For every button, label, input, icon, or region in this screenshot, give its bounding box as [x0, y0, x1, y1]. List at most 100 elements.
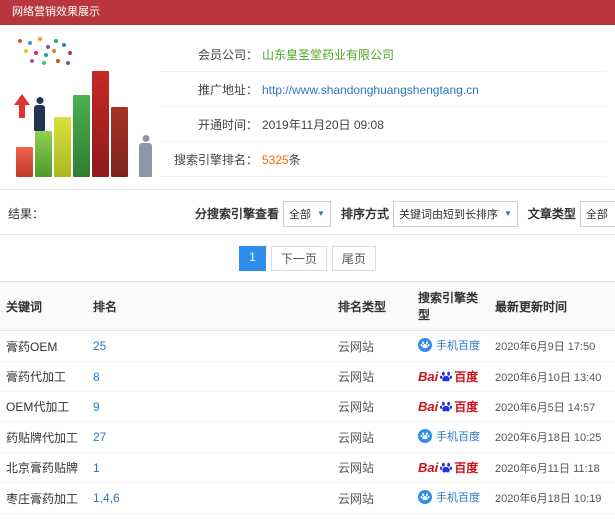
- chart-bar: [35, 131, 52, 177]
- engine-cell: 手机百度: [412, 421, 489, 453]
- column-header-keyword: 关键词: [0, 281, 87, 331]
- baidu-logo: Bai 百度: [418, 399, 479, 414]
- column-header-rank: 排名: [87, 281, 332, 331]
- updated-cell: 2020年6月18日 10:25: [489, 421, 615, 453]
- engine-label: 手机百度: [436, 431, 480, 443]
- rank-cell[interactable]: 27: [87, 421, 332, 453]
- titlebar: 网络营销效果展示: [0, 0, 615, 25]
- keyword-cell: 膏药OEM: [0, 330, 87, 362]
- filter-bar: 结果： 分搜索引擎查看 全部 排序方式 关键词由短到长排序 文章类型 全部 提交: [0, 189, 615, 234]
- page-title: 网络营销效果展示: [12, 6, 100, 18]
- chart-bar: [16, 147, 33, 177]
- rank-cell[interactable]: 9: [87, 391, 332, 422]
- engine-cell: Bai 百度: [412, 513, 489, 520]
- chart-bar: [92, 71, 109, 177]
- engine-filter-label: 分搜索引擎查看: [195, 207, 280, 221]
- engine-cell: Bai 百度: [412, 391, 489, 422]
- businessman-figure-right: [139, 143, 152, 177]
- column-header-engine-type: 搜索引擎类型: [412, 281, 489, 331]
- member-company-row: 会员公司： 山东皇圣堂药业有限公司: [160, 37, 607, 72]
- table-row: 膏药OEM 25 云网站 手机百度 2020年6月9日 17:50: [0, 330, 615, 362]
- growth-arrow-icon: [14, 94, 30, 118]
- marketing-illustration: [8, 33, 158, 185]
- keyword-ranking-table: 关键词 排名 排名类型 搜索引擎类型 最新更新时间 膏药OEM 25 云网站 手…: [0, 281, 615, 520]
- mobile-baidu-badge: 手机百度: [418, 489, 480, 505]
- keyword-cell: 药贴牌代加工: [0, 421, 87, 453]
- engine-rank-count: 5325: [262, 153, 289, 167]
- member-info-panel: 会员公司： 山东皇圣堂药业有限公司 推广地址： http://www.shand…: [160, 33, 607, 189]
- table-header-row: 关键词 排名 排名类型 搜索引擎类型 最新更新时间: [0, 281, 615, 331]
- rank-cell[interactable]: 8: [87, 361, 332, 392]
- keyword-cell: OEM代加工: [0, 391, 87, 422]
- rank-cell[interactable]: 1,4,6: [87, 482, 332, 514]
- engine-cell: 手机百度: [412, 330, 489, 362]
- mobile-baidu-icon: [418, 338, 432, 352]
- table-row: 膏药代加工 8 云网站 Bai 百度 2020年6月10日 13:40: [0, 361, 615, 392]
- baidu-logo: Bai 百度: [418, 369, 479, 384]
- rank-cell[interactable]: 25: [87, 330, 332, 362]
- rank-type-cell: 云网站: [332, 330, 412, 362]
- column-header-updated: 最新更新时间: [489, 281, 615, 331]
- result-label: 结果：: [8, 207, 45, 221]
- chart-bar: [73, 95, 90, 177]
- table-row: 医疗器械厂家 4 云网站 Bai 百度 2020年5月29日 10:32: [0, 513, 615, 520]
- engine-label: 手机百度: [436, 340, 480, 352]
- mobile-baidu-badge: 手机百度: [418, 428, 480, 444]
- keyword-cell: 医疗器械厂家: [0, 513, 87, 520]
- table-row: OEM代加工 9 云网站 Bai 百度 2020年6月5日 14:57: [0, 391, 615, 422]
- rank-type-cell: 云网站: [332, 421, 412, 453]
- promo-url-row: 推广地址： http://www.shandonghuangshengtang.…: [160, 72, 607, 107]
- updated-cell: 2020年6月10日 13:40: [489, 361, 615, 392]
- article-type-filter-value: 全部: [585, 208, 608, 221]
- pagination: 1 下一页 尾页: [0, 234, 615, 281]
- baidu-paw-icon: [439, 400, 453, 414]
- member-company-value: 山东皇圣堂药业有限公司: [262, 48, 395, 62]
- updated-cell: 2020年6月18日 10:19: [489, 482, 615, 514]
- sort-filter-select[interactable]: 关键词由短到长排序: [392, 200, 518, 227]
- businessman-figure-left: [34, 105, 45, 131]
- baidu-paw-icon: [439, 370, 453, 384]
- chevron-down-icon: [317, 209, 325, 218]
- sort-filter-value: 关键词由短到长排序: [398, 208, 498, 221]
- pagination-current-page[interactable]: 1: [239, 246, 266, 271]
- updated-cell: 2020年6月9日 17:50: [489, 330, 615, 362]
- sort-filter-label: 排序方式: [340, 207, 389, 221]
- filter-controls: 分搜索引擎查看 全部 排序方式 关键词由短到长排序 文章类型 全部 提交: [195, 200, 615, 227]
- info-section: 会员公司： 山东皇圣堂药业有限公司 推广地址： http://www.shand…: [0, 25, 615, 189]
- rank-cell[interactable]: 1: [87, 452, 332, 483]
- promo-url-label: 推广地址：: [197, 83, 258, 97]
- engine-rank-row: 搜索引擎排名： 5325 条: [160, 142, 607, 177]
- rank-type-cell: 云网站: [332, 513, 412, 520]
- rank-cell[interactable]: 4: [87, 513, 332, 520]
- engine-cell: Bai 百度: [412, 361, 489, 392]
- table-row: 枣庄膏药加工 1,4,6 云网站 手机百度 2020年6月18日 10:19: [0, 482, 615, 514]
- rank-type-cell: 云网站: [332, 361, 412, 392]
- table-row: 药贴牌代加工 27 云网站 手机百度 2020年6月18日 10:25: [0, 421, 615, 453]
- mobile-baidu-badge: 手机百度: [418, 337, 480, 353]
- pagination-next-button[interactable]: 下一页: [270, 246, 327, 271]
- baidu-logo: Bai 百度: [418, 460, 479, 475]
- rank-type-cell: 云网站: [332, 391, 412, 422]
- chevron-down-icon: [504, 209, 512, 218]
- confetti-dots-icon: [18, 39, 22, 43]
- table-row: 北京膏药贴牌 1 云网站 Bai 百度 2020年6月11日 11:18: [0, 452, 615, 483]
- open-time-value: 2019年11月20日 09:08: [262, 118, 384, 132]
- member-company-label: 会员公司：: [197, 48, 258, 62]
- updated-cell: 2020年6月5日 14:57: [489, 391, 615, 422]
- baidu-paw-icon: [439, 461, 453, 475]
- updated-cell: 2020年6月11日 11:18: [489, 452, 615, 483]
- pagination-last-button[interactable]: 尾页: [331, 246, 376, 271]
- open-time-row: 开通时间： 2019年11月20日 09:08: [160, 107, 607, 142]
- mobile-baidu-icon: [418, 429, 432, 443]
- engine-cell: 手机百度: [412, 482, 489, 514]
- keyword-cell: 膏药代加工: [0, 361, 87, 392]
- engine-label: 手机百度: [436, 492, 480, 504]
- open-time-label: 开通时间：: [197, 118, 258, 132]
- article-type-filter-label: 文章类型: [527, 207, 576, 221]
- engine-filter-value: 全部: [289, 208, 312, 221]
- rank-type-cell: 云网站: [332, 452, 412, 483]
- column-header-rank-type: 排名类型: [332, 281, 412, 331]
- article-type-filter-select[interactable]: 全部: [579, 200, 615, 227]
- engine-filter-select[interactable]: 全部: [283, 200, 331, 227]
- promo-url-link[interactable]: http://www.shandonghuangshengtang.cn: [262, 83, 479, 97]
